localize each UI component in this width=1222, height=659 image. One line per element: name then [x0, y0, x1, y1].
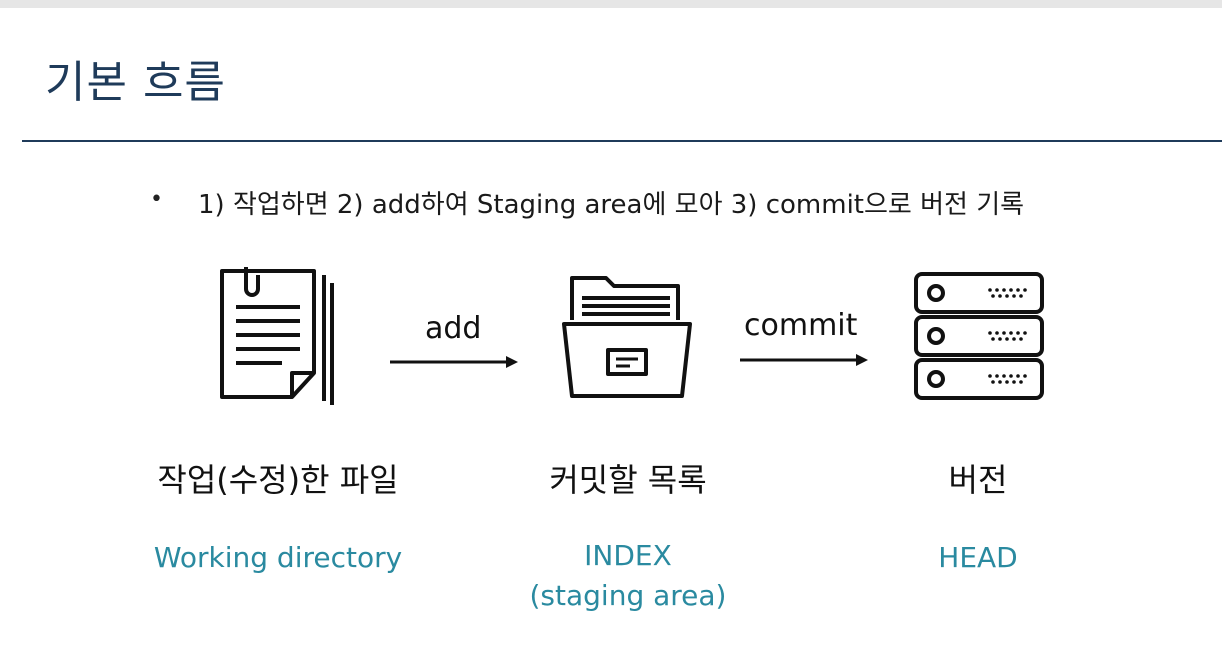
folder-icon [562, 276, 692, 398]
server-icon [914, 272, 1044, 400]
slide-title: 기본 흐름 [45, 57, 226, 108]
add-arrow-label: add [425, 311, 482, 346]
commit-list-label: 커밋할 목록 [549, 461, 707, 499]
working-file-label: 작업(수정)한 파일 [157, 461, 399, 499]
commit-arrow-label: commit [744, 308, 858, 343]
bullet-marker: • [150, 187, 163, 212]
commit-arrow [740, 354, 868, 366]
version-label: 버전 [948, 461, 1008, 499]
index-label: INDEX [584, 539, 672, 572]
working-directory-label: Working directory [153, 541, 403, 574]
bullet-text: 1) 작업하면 2) add하여 Staging area에 모아 3) com… [198, 190, 1025, 220]
top-strip [0, 0, 1222, 8]
document-icon [220, 267, 334, 405]
slide: 기본 흐름 • 1) 작업하면 2) add하여 Staging area에 모… [0, 8, 1222, 659]
head-label: HEAD [938, 541, 1018, 574]
staging-area-label: (staging area) [529, 579, 727, 612]
add-arrow [390, 356, 518, 368]
title-divider [22, 140, 1222, 142]
